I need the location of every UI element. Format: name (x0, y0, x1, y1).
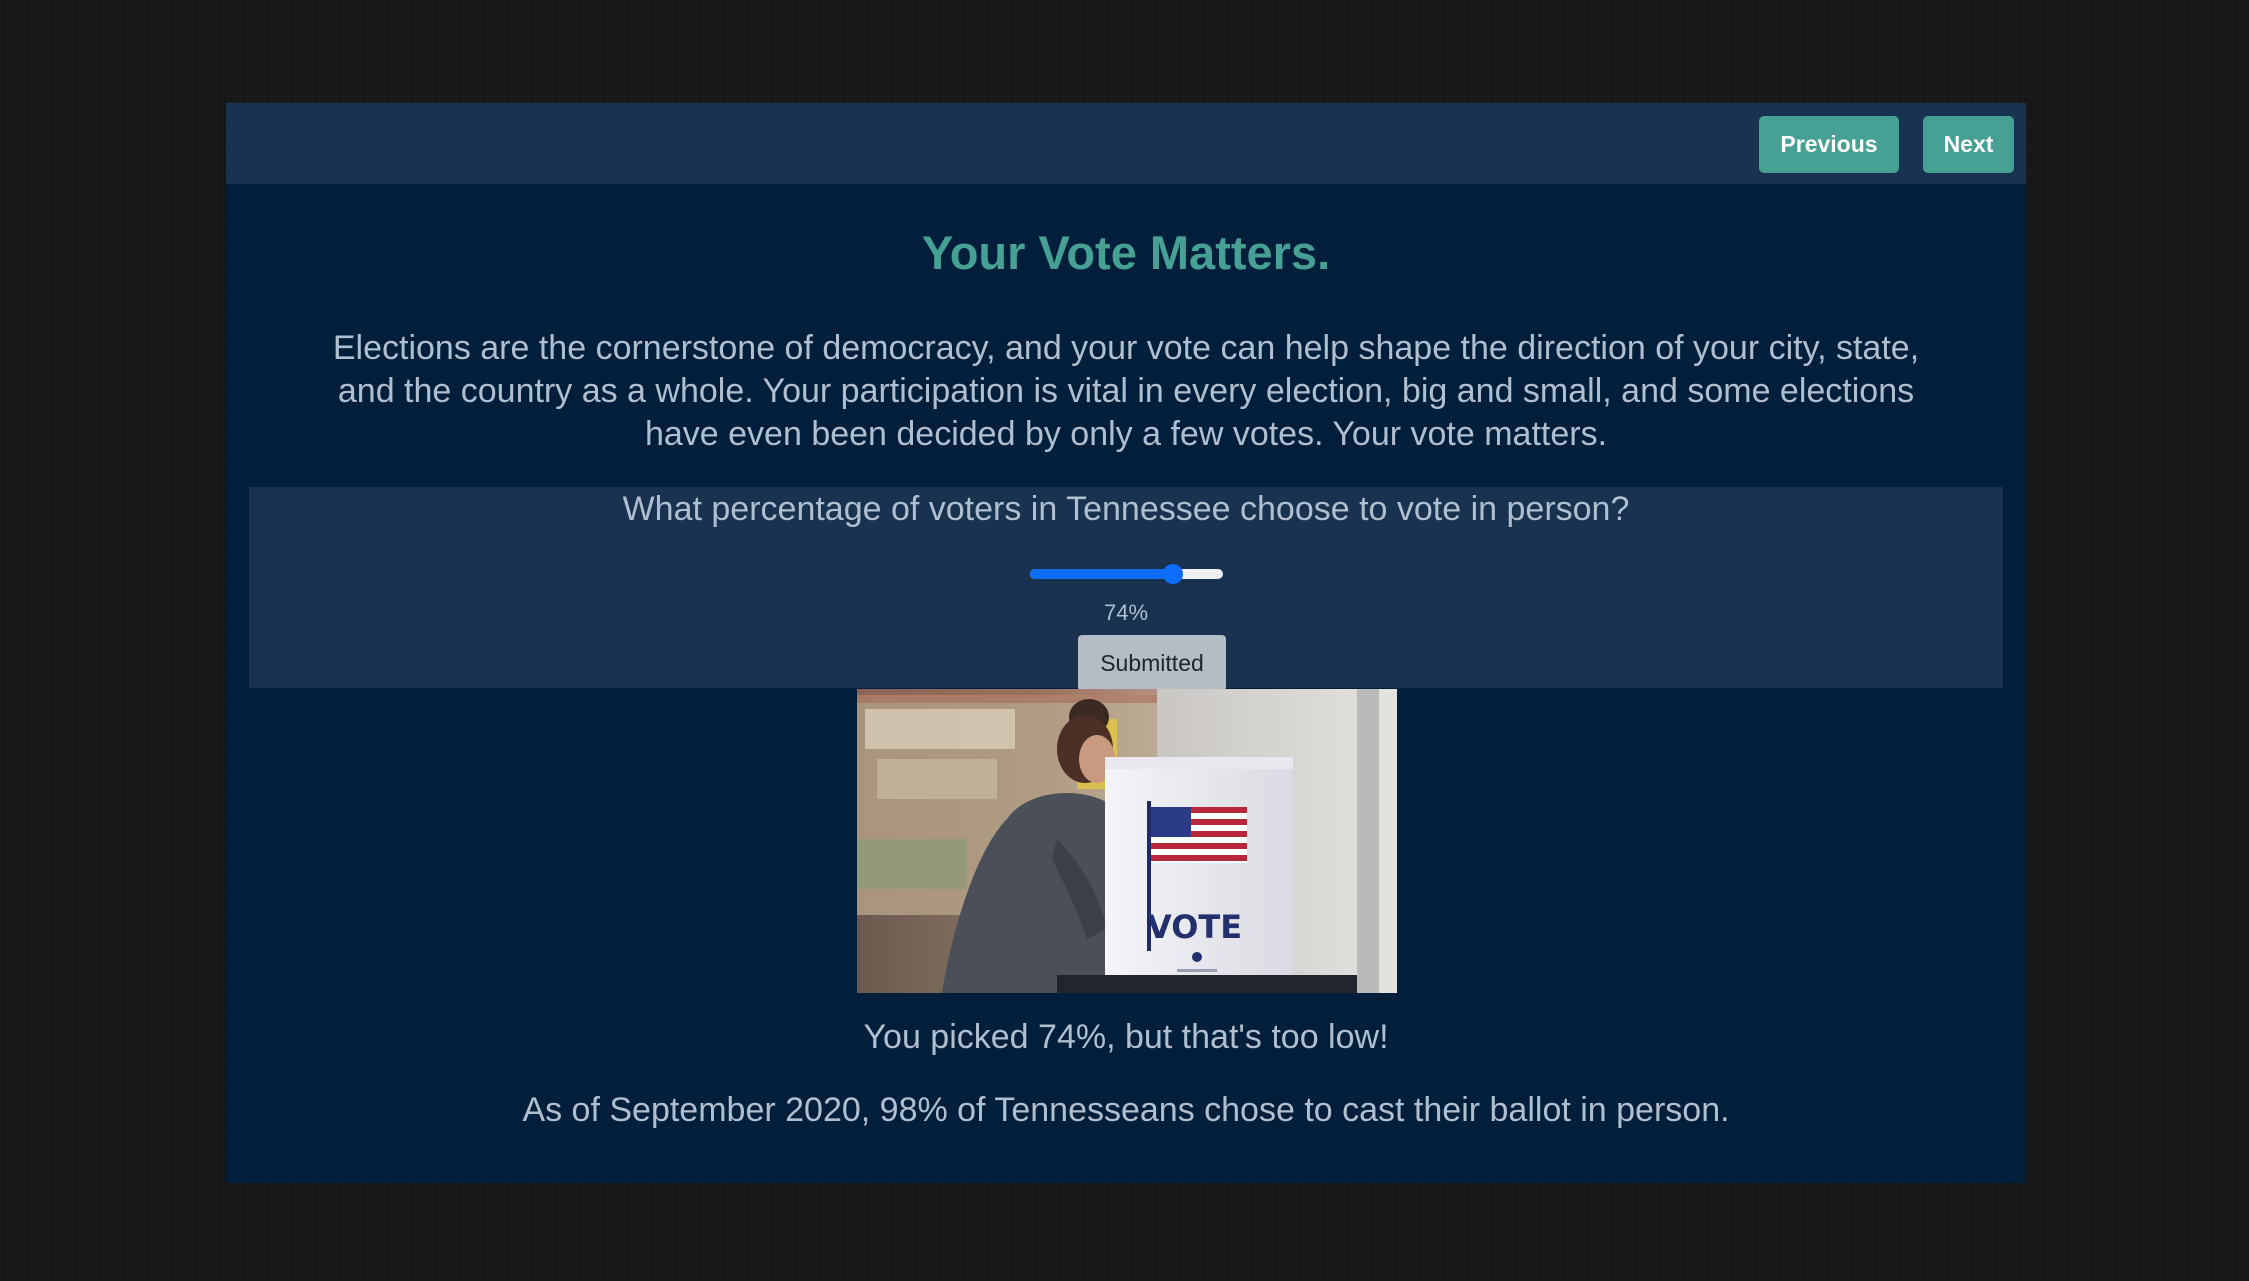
percentage-slider[interactable] (1030, 564, 1223, 584)
intro-paragraph: Elections are the cornerstone of democra… (332, 329, 1920, 453)
slider-value-label: 74% (1103, 600, 1149, 625)
submitted-button[interactable]: Submitted (1078, 635, 1226, 691)
fact-message: As of September 2020, 98% of Tennesseans… (522, 1091, 1730, 1129)
voting-booth-photo: VOTE (857, 689, 1397, 993)
previous-button[interactable]: Previous (1759, 116, 1899, 173)
voting-booth-illustration: VOTE (857, 689, 1397, 993)
next-button[interactable]: Next (1923, 116, 2014, 173)
booth-vote-text: VOTE (1147, 908, 1242, 946)
top-navigation-bar: Previous Next (226, 103, 2026, 184)
app-window: Previous Next Your Vote Matters. Electio… (226, 103, 2026, 1183)
page-title: Your Vote Matters. (921, 226, 1331, 279)
quiz-panel: What percentage of voters in Tennessee c… (249, 487, 2003, 691)
slider-fill (1030, 569, 1173, 579)
result-message: You picked 74%, but that's too low! (863, 1018, 1389, 1056)
quiz-question: What percentage of voters in Tennessee c… (622, 490, 1630, 528)
slider-thumb[interactable] (1162, 564, 1183, 584)
slider-track (1030, 569, 1223, 579)
